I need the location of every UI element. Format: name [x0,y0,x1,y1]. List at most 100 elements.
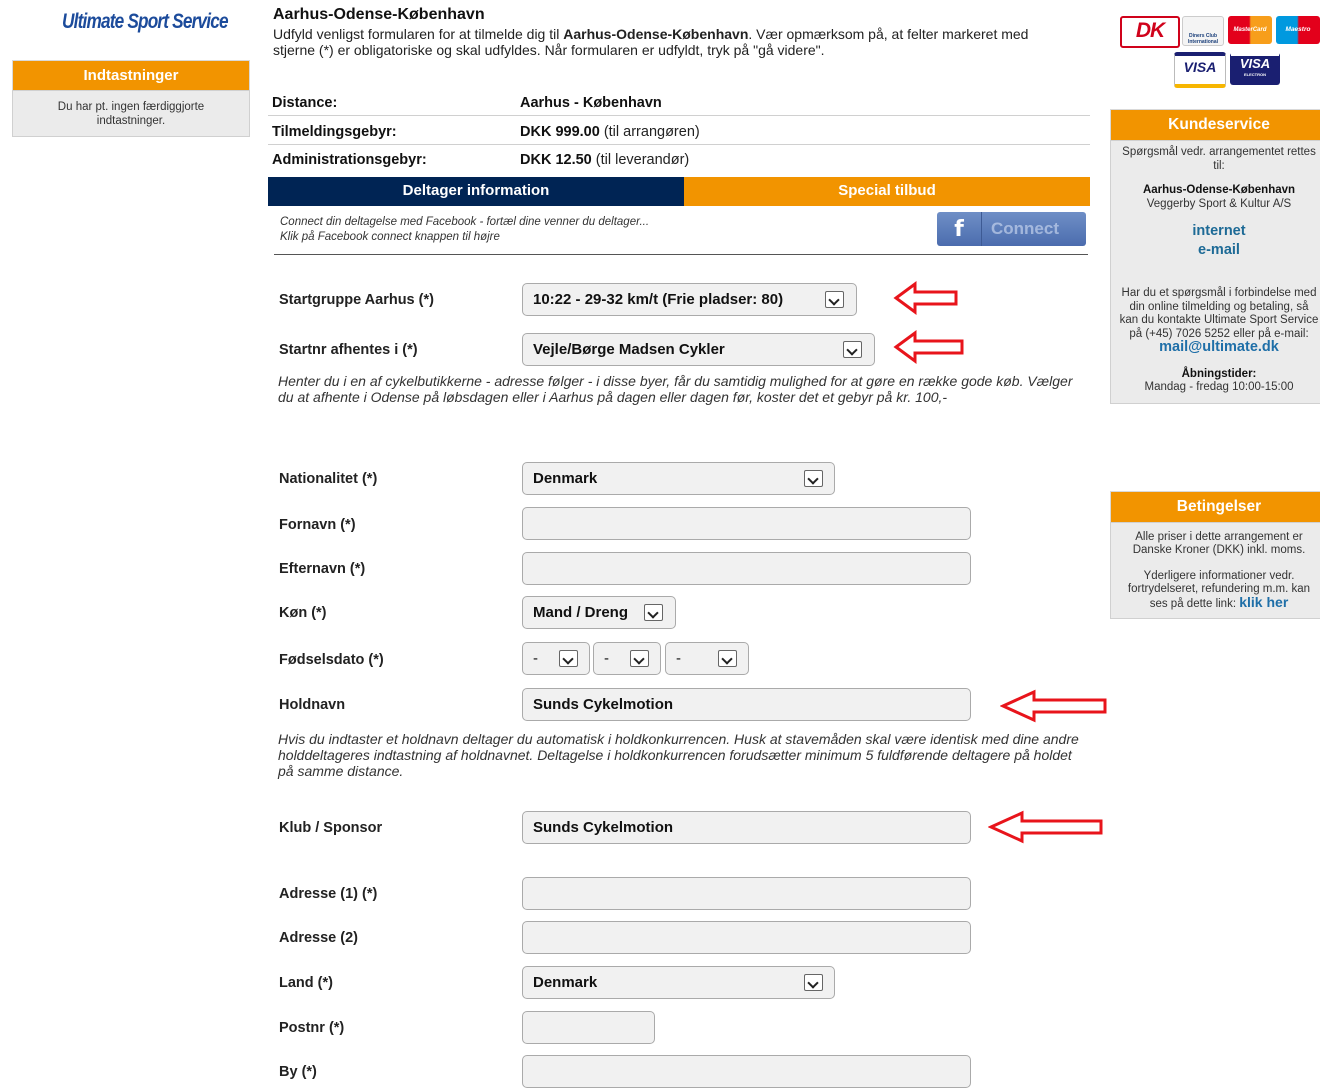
maestro-logo: Maestro [1276,16,1320,44]
birthdate-label: Fødselsdato (*) [279,652,384,668]
cs-hours: Mandag - fredag 10:00-15:00 [1144,381,1294,393]
conditions-box: Betingelser Alle priser i dette arrangem… [1110,491,1320,619]
firstname-input[interactable] [522,507,971,540]
address1-label: Adresse (1) (*) [279,886,378,902]
cs-email-link[interactable]: e-mail [1119,241,1319,260]
club-input[interactable]: Sunds Cykelmotion [522,811,971,844]
city-input[interactable] [522,1055,971,1088]
city-label: By (*) [279,1064,317,1080]
visa-electron-label: VISA [1239,56,1271,71]
team-label: Holdnavn [279,697,346,713]
birth-day-select[interactable]: - [522,642,590,675]
country-select[interactable]: Denmark [522,966,835,999]
intro-event-name: Aarhus-Odense-København [563,26,749,42]
team-input[interactable]: Sunds Cykelmotion [522,688,971,721]
cs-hours-title: Åbningstider: [1181,367,1257,380]
red-arrow-icon [988,810,1103,844]
cs-intro: Spørgsmål vedr. arrangementet rettes til… [1122,146,1316,172]
lastname-label: Efternavn (*) [279,561,366,577]
nationality-value: Denmark [533,470,598,487]
startgroup-select[interactable]: 10:22 - 29-32 km/t (Frie pladser: 80) [522,283,857,316]
team-note: Hvis du indtaster et holdnavn deltager d… [278,731,1079,779]
chevron-down-icon [804,470,823,487]
club-label: Klub / Sponsor [279,820,383,836]
cs-internet-link[interactable]: internet [1119,222,1319,241]
birth-month-select[interactable]: - [593,642,661,675]
address1-input[interactable] [522,877,971,910]
chevron-down-icon [843,341,862,358]
dankort-logo: DK [1120,16,1180,48]
visa-label: VISA [1183,59,1217,75]
mastercard-logo: MasterCard [1228,16,1272,44]
visa-logo: VISA [1174,52,1226,88]
chevron-down-icon [825,291,844,308]
admin-value: DKK 12.50 [520,152,592,168]
entries-box-text: Du har pt. ingen færdiggjorte indtastnin… [12,90,250,137]
tab-special-offers[interactable]: Special tilbud [684,177,1090,206]
chevron-down-icon [804,974,823,991]
admin-value-wrap: DKK 12.50 (til leverandør) [520,152,689,168]
nationality-label: Nationalitet (*) [279,471,378,487]
red-arrow-icon [893,330,964,364]
conditions-body: Alle priser i dette arrangement er Dansk… [1110,522,1320,619]
pickup-select[interactable]: Vejle/Børge Madsen Cykler [522,333,875,366]
lastname-input[interactable] [522,552,971,585]
gender-select[interactable]: Mand / Dreng [522,596,676,629]
address2-label: Adresse (2) [279,930,358,946]
facebook-connect-button[interactable]: f Connect [937,212,1086,246]
distance-value: Aarhus - København [520,95,662,111]
admin-label: Administrationsgebyr: [272,152,427,168]
pickup-value: Vejle/Børge Madsen Cykler [533,341,725,358]
club-value: Sunds Cykelmotion [533,819,674,836]
divider [274,254,1088,255]
site-logo[interactable]: Ultimate Sport Service [62,10,229,34]
facebook-connect-label: Connect [991,219,1059,238]
entries-box-title: Indtastninger [12,60,250,90]
tab-participant-info[interactable]: Deltager information [268,177,684,206]
pickup-label: Startnr afhentes i (*) [279,342,418,358]
cs-org-name: Aarhus-Odense-København [1142,184,1296,196]
mastercard-label: MasterCard [1233,27,1267,33]
conditions-link[interactable]: klik her [1239,594,1288,610]
country-value: Denmark [533,974,598,991]
fee-label: Tilmeldingsgebyr: [272,124,397,140]
gender-value: Mand / Dreng [533,604,629,621]
fee-note: (til arrangøren) [603,124,700,140]
cs-org-company: Veggerby Sport & Kultur A/S [1146,197,1292,210]
facebook-text-line-2: Klik på Facebook connect knappen til høj… [280,231,500,243]
chevron-down-icon [630,650,649,667]
intro-part-1: Udfyld venligst formularen for at tilmel… [273,26,564,42]
birth-year-value: - [676,650,681,667]
customer-service-body: Spørgsmål vedr. arrangementet rettes til… [1110,140,1320,404]
maestro-label: Maestro [1285,26,1311,33]
gender-label: Køn (*) [279,605,327,621]
electron-label: ELECTRON [1244,72,1266,77]
customer-service-title: Kundeservice [1110,109,1320,140]
intro-text: Udfyld venligst formularen for at tilmel… [273,26,1073,58]
tab-bar: Deltager information Special tilbud [268,177,1090,206]
zip-input[interactable] [522,1011,655,1044]
dankort-label: DK [1135,19,1165,42]
cs-mail-link[interactable]: mail@ultimate.dk [1119,340,1319,355]
zip-label: Postnr (*) [279,1020,345,1036]
conditions-prices: Alle priser i dette arrangement er Dansk… [1132,531,1306,556]
facebook-connect-text: Connect din deltagelse med Facebook - fo… [280,215,649,245]
facebook-text-line-1: Connect din deltagelse med Facebook - fo… [280,216,650,228]
red-arrow-icon [1000,689,1107,723]
birth-year-select[interactable]: - [665,642,749,675]
startgroup-value: 10:22 - 29-32 km/t (Frie pladser: 80) [533,291,784,308]
cs-contact-text: Har du et spørgsmål i forbindelse med di… [1119,287,1319,340]
info-row-admin: Administrationsgebyr: DKK 12.50 (til lev… [268,148,1090,172]
visa-electron-logo: VISA ELECTRON [1230,52,1280,85]
birth-month-value: - [604,650,609,667]
nationality-select[interactable]: Denmark [522,462,835,495]
birth-day-value: - [533,650,538,667]
facebook-icon: f [937,212,982,246]
country-label: Land (*) [279,975,333,991]
address2-input[interactable] [522,921,971,954]
startgroup-label: Startgruppe Aarhus (*) [279,292,434,308]
info-row-fee: Tilmeldingsgebyr: DKK 999.00 (til arrang… [268,120,1090,145]
conditions-title: Betingelser [1110,491,1320,522]
customer-service-box: Kundeservice Spørgsmål vedr. arrangement… [1110,109,1320,404]
firstname-label: Fornavn (*) [279,517,356,533]
